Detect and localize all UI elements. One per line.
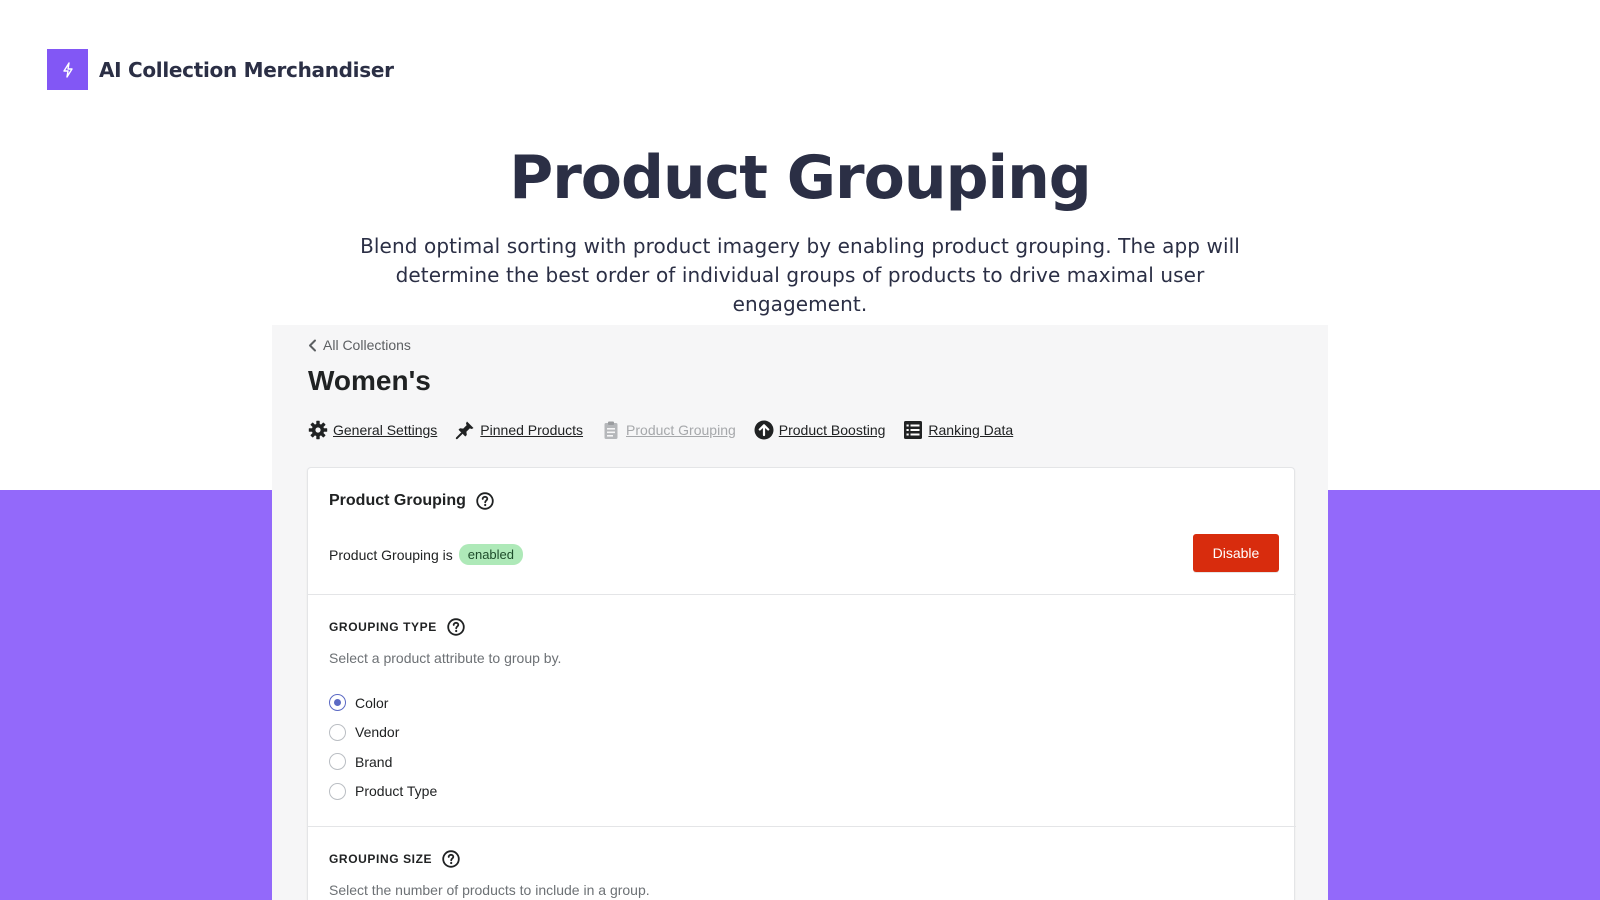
chevron-left-icon (309, 339, 316, 351)
grouping-type-options: Color Vendor Brand Product Type (329, 688, 437, 806)
grouping-type-description: Select a product attribute to group by. (329, 650, 562, 666)
status-badge: enabled (458, 544, 524, 565)
radio-button[interactable] (329, 723, 346, 741)
radio-label: Product Type (355, 783, 438, 800)
app-screenshot-panel: All Collections Women's General Settings (272, 325, 1328, 900)
grouping-size-description: Select the number of products to include… (329, 882, 650, 898)
section-heading: GROUPING TYPE (329, 618, 465, 636)
help-icon[interactable] (442, 850, 460, 868)
grouping-size-heading: GROUPING SIZE (329, 852, 433, 866)
tab-label: Ranking Data (928, 422, 1014, 438)
status-section: Product Grouping Product Grouping is ena… (308, 468, 1296, 595)
tab-product-boosting[interactable]: Product Boosting (754, 420, 886, 440)
grouping-size-section: GROUPING SIZE Select the number of produ… (308, 827, 1296, 900)
back-link[interactable]: All Collections (308, 337, 411, 353)
card-heading: Product Grouping (329, 492, 494, 510)
brand-name: AI Collection Merchandiser (99, 57, 394, 82)
help-icon[interactable] (447, 618, 465, 636)
card-heading-label: Product Grouping (329, 492, 466, 509)
section-heading: GROUPING SIZE (329, 850, 460, 868)
tab-label: General Settings (333, 422, 438, 438)
settings-tabs: General Settings Pinned Products Product… (308, 420, 1031, 440)
back-link-label: All Collections (323, 337, 411, 353)
tab-label: Product Boosting (778, 422, 886, 438)
brand: AI Collection Merchandiser (47, 49, 394, 90)
status-line: Product Grouping is enabled (329, 544, 524, 565)
status-text: Product Grouping is (329, 546, 453, 563)
radio-label: Color (355, 694, 389, 711)
radio-label: Brand (355, 753, 393, 770)
radio-option-product-type[interactable]: Product Type (329, 777, 437, 807)
lightning-icon (47, 49, 88, 90)
collection-title: Women's (308, 365, 431, 396)
tab-label: Product Grouping (626, 422, 736, 438)
hero-title: Product Grouping (509, 143, 1092, 213)
list-icon (904, 421, 923, 439)
radio-button[interactable] (329, 753, 346, 771)
radio-button[interactable] (329, 694, 346, 712)
radio-option-brand[interactable]: Brand (329, 747, 437, 777)
radio-option-color[interactable]: Color (329, 688, 437, 718)
settings-card: Product Grouping Product Grouping is ena… (307, 467, 1296, 900)
tab-ranking-data[interactable]: Ranking Data (903, 420, 1013, 440)
grouping-type-section: GROUPING TYPE Select a product attribute… (308, 595, 1296, 827)
tab-label: Pinned Products (480, 422, 584, 438)
radio-label: Vendor (355, 724, 400, 741)
radio-button[interactable] (329, 782, 346, 800)
radio-option-vendor[interactable]: Vendor (329, 718, 437, 748)
arrow-up-circle-icon (754, 420, 774, 440)
tab-pinned-products[interactable]: Pinned Products (455, 420, 583, 440)
hero-subtitle: Blend optimal sorting with product image… (360, 234, 1240, 316)
pin-icon (456, 421, 474, 440)
disable-button[interactable]: Disable (1193, 534, 1279, 572)
grouping-type-heading: GROUPING TYPE (329, 620, 437, 634)
tab-product-grouping[interactable]: Product Grouping (601, 420, 736, 440)
tab-general-settings[interactable]: General Settings (308, 420, 437, 440)
clipboard-icon (604, 421, 618, 439)
help-icon[interactable] (476, 492, 494, 510)
gear-icon (308, 420, 328, 440)
